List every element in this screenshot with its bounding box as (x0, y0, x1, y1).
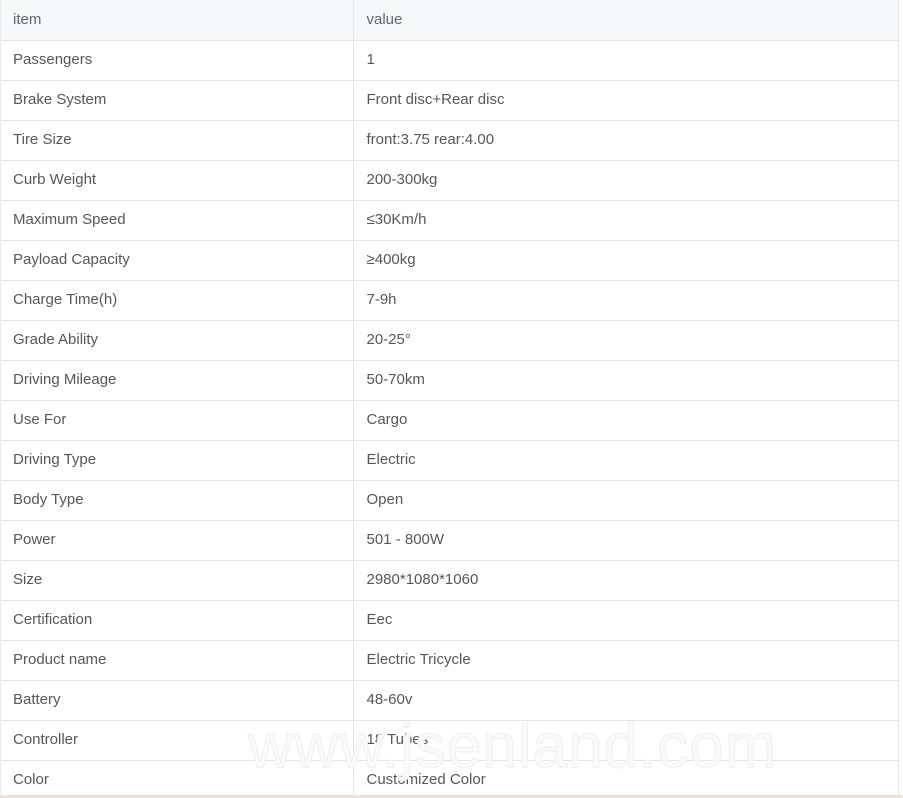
cell-value: ≤30Km/h (353, 200, 899, 241)
cell-item: Driving Type (0, 440, 354, 481)
cell-value: 18 Tubes (353, 720, 899, 761)
cell-item: Power (0, 520, 354, 561)
cell-item: Body Type (0, 480, 354, 521)
cell-value: Open (353, 480, 899, 521)
table-row: Body Type Open (0, 480, 899, 521)
cell-item: Curb Weight (0, 160, 354, 201)
cell-value: Electric (353, 440, 899, 481)
cell-item: Color (0, 760, 354, 798)
cell-item: Tire Size (0, 120, 354, 161)
column-header-item: item (0, 0, 354, 41)
table-row: Passengers 1 (0, 40, 899, 81)
table-row: Size 2980*1080*1060 (0, 560, 899, 601)
table-row: Maximum Speed ≤30Km/h (0, 200, 899, 241)
cell-item: Grade Ability (0, 320, 354, 361)
table-row: Controller 18 Tubes (0, 720, 899, 761)
cell-item: Payload Capacity (0, 240, 354, 281)
cell-value: 501 - 800W (353, 520, 899, 561)
table-row: Driving Mileage 50-70km (0, 360, 899, 401)
cell-item: Certification (0, 600, 354, 641)
cell-item: Product name (0, 640, 354, 681)
cell-value: 1 (353, 40, 899, 81)
table-header: item value (0, 0, 899, 41)
cell-value: 48-60v (353, 680, 899, 721)
cell-value: ≥400kg (353, 240, 899, 281)
cell-item: Battery (0, 680, 354, 721)
cell-item: Maximum Speed (0, 200, 354, 241)
table-row: Color Customized Color (0, 760, 899, 798)
cell-value: front:3.75 rear:4.00 (353, 120, 899, 161)
cell-value: Electric Tricycle (353, 640, 899, 681)
table-row: Power 501 - 800W (0, 520, 899, 561)
cell-item: Controller (0, 720, 354, 761)
table-row: Use For Cargo (0, 400, 899, 441)
table-row: Charge Time(h) 7-9h (0, 280, 899, 321)
cell-value: 20-25° (353, 320, 899, 361)
cell-item: Driving Mileage (0, 360, 354, 401)
table-row: Brake System Front disc+Rear disc (0, 80, 899, 121)
table-row: Tire Size front:3.75 rear:4.00 (0, 120, 899, 161)
table-row: Certification Eec (0, 600, 899, 641)
table-row: Curb Weight 200-300kg (0, 160, 899, 201)
table-row: Product name Electric Tricycle (0, 640, 899, 681)
cell-value: 2980*1080*1060 (353, 560, 899, 601)
table-header-row: item value (0, 0, 899, 41)
cell-item: Use For (0, 400, 354, 441)
specification-table-container: item value Passengers 1 Brake System Front … (0, 0, 903, 798)
cell-value: Cargo (353, 400, 899, 441)
cell-item: Charge Time(h) (0, 280, 354, 321)
table-row: Payload Capacity ≥400kg (0, 240, 899, 281)
cell-value: 7-9h (353, 280, 899, 321)
cell-value: 50-70km (353, 360, 899, 401)
column-header-value: value (353, 0, 899, 41)
cell-value: 200-300kg (353, 160, 899, 201)
cell-item: Brake System (0, 80, 354, 121)
cell-item: Size (0, 560, 354, 601)
specification-table: item value Passengers 1 Brake System Front … (0, 0, 899, 798)
table-row: Driving Type Electric (0, 440, 899, 481)
table-row: Battery 48-60v (0, 680, 899, 721)
cell-value: Customized Color (353, 760, 899, 798)
cell-value: Eec (353, 600, 899, 641)
cell-item: Passengers (0, 40, 354, 81)
cell-value: Front disc+Rear disc (353, 80, 899, 121)
table-body: Passengers 1 Brake System Front disc+Rear d… (0, 40, 899, 798)
table-row: Grade Ability 20-25° (0, 320, 899, 361)
